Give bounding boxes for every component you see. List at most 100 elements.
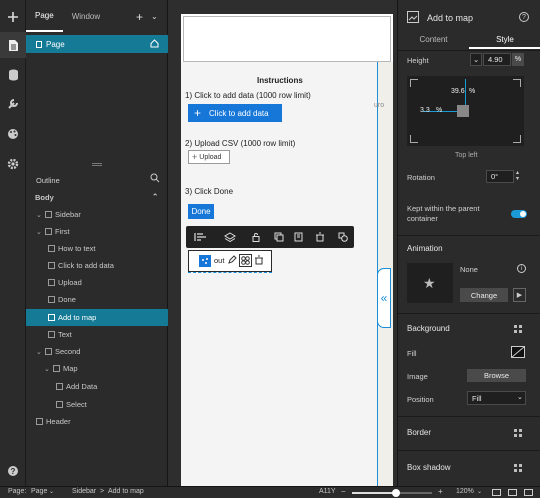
advanced-grid-icon[interactable]: [514, 325, 522, 333]
fill-color-swatch[interactable]: [511, 346, 525, 358]
help-icon[interactable]: ?: [519, 12, 529, 22]
tab-content[interactable]: Content: [398, 35, 469, 49]
corner-tl[interactable]: [410, 79, 418, 87]
corner-br[interactable]: [513, 135, 521, 143]
sidebar-widget[interactable]: [181, 62, 377, 486]
chevron-down-icon[interactable]: ⌄: [151, 12, 158, 21]
tree-how-to-text[interactable]: How to text: [26, 240, 168, 257]
delete-icon[interactable]: [313, 229, 327, 245]
status-page-select[interactable]: Page: [31, 488, 47, 495]
search-icon[interactable]: [150, 173, 160, 185]
page-list-item[interactable]: Page: [26, 35, 168, 53]
change-animation-button[interactable]: Change: [460, 288, 508, 302]
home-icon[interactable]: [150, 39, 159, 50]
position-select[interactable]: Fill ⌄: [467, 391, 526, 405]
top-value[interactable]: 39.6: [451, 88, 465, 95]
tab-page[interactable]: Page: [26, 0, 63, 32]
tree-second[interactable]: ⌄ Second: [26, 343, 168, 360]
tree-header[interactable]: Header: [26, 413, 168, 430]
fit-screen-icon[interactable]: [492, 489, 501, 496]
tree-map[interactable]: ⌄ Map: [26, 360, 168, 377]
map-label: uro: [374, 102, 385, 109]
layers-icon[interactable]: [220, 229, 242, 245]
save-template-icon[interactable]: [292, 229, 306, 245]
tree-text[interactable]: Text: [26, 326, 168, 343]
tab-window[interactable]: Window: [63, 0, 109, 32]
device-preview-icon[interactable]: [508, 489, 517, 496]
tree-first[interactable]: ⌄ First: [26, 223, 168, 240]
breadcrumb-sidebar[interactable]: Sidebar: [72, 488, 96, 495]
animation-preview[interactable]: ★: [407, 263, 453, 303]
left-unit[interactable]: %: [436, 107, 442, 114]
zoom-out-icon[interactable]: −: [341, 487, 346, 496]
button-label: Click to add data: [209, 108, 269, 118]
status-bar: Page: Page ⌄ Sidebar > Add to map A11Y −…: [0, 486, 540, 498]
a11y-button[interactable]: A11Y: [319, 488, 336, 495]
advanced-grid-icon[interactable]: [514, 464, 522, 472]
tree-select[interactable]: Select: [26, 396, 168, 413]
right-panel: Add to map ? Content Style Height ⌄ 4.90…: [397, 0, 540, 486]
zoom-slider[interactable]: [352, 489, 432, 497]
tree-add-to-map[interactable]: Add to map: [26, 309, 168, 326]
breadcrumb-add-to-map[interactable]: Add to map: [108, 488, 144, 495]
lock-icon[interactable]: [249, 229, 263, 245]
collapse-sidebar-button[interactable]: «: [377, 268, 391, 328]
tree-done[interactable]: Done: [26, 291, 168, 308]
collapse-icon[interactable]: ⌃: [152, 192, 158, 201]
corner-bl[interactable]: [410, 135, 418, 143]
play-icon[interactable]: ▶: [513, 288, 526, 302]
page-icon[interactable]: [0, 32, 26, 58]
theme-icon[interactable]: [0, 121, 26, 147]
upload-button[interactable]: + Upload: [188, 150, 230, 164]
tree-body[interactable]: Body ⌃: [26, 189, 168, 206]
zoom-slider-knob[interactable]: [392, 489, 400, 497]
trash-icon[interactable]: [254, 255, 264, 267]
height-unit-button[interactable]: %: [512, 53, 524, 66]
zoom-level[interactable]: 120%: [456, 488, 474, 495]
panel-resize-handle[interactable]: [92, 163, 102, 166]
chevron-down-icon[interactable]: ⌄: [49, 488, 54, 495]
tree-sidebar[interactable]: ⌄ Sidebar: [26, 206, 168, 223]
top-guide: [465, 79, 466, 105]
plus-icon: +: [194, 106, 202, 120]
layout-icon[interactable]: [524, 489, 533, 496]
left-value[interactable]: 3.3: [420, 107, 430, 114]
rotation-stepper[interactable]: ▴ ▾: [516, 170, 519, 182]
add-to-map-icon[interactable]: [199, 255, 211, 267]
gear-icon[interactable]: [0, 151, 26, 177]
top-unit[interactable]: %: [469, 88, 475, 95]
tab-style[interactable]: Style: [469, 35, 540, 49]
wrench-icon[interactable]: [0, 91, 26, 117]
tree-upload[interactable]: Upload: [26, 274, 168, 291]
tree-click-to-add-data[interactable]: Click to add data: [26, 257, 168, 274]
add-to-map-widget[interactable]: out: [188, 250, 272, 272]
info-icon[interactable]: i: [517, 264, 526, 273]
tree-add-data[interactable]: Add Data: [26, 378, 168, 395]
header-block[interactable]: [183, 16, 391, 62]
edit-icon[interactable]: [227, 255, 237, 267]
widget-toolbar: [186, 226, 354, 248]
anchor-square[interactable]: [457, 105, 469, 117]
help-icon[interactable]: ?: [0, 458, 26, 484]
text-icon: [48, 331, 55, 338]
corner-tr[interactable]: [513, 79, 521, 87]
done-button[interactable]: Done: [188, 204, 214, 219]
rotation-input[interactable]: 0°: [486, 170, 514, 183]
add-page-icon[interactable]: +: [136, 10, 143, 24]
add-icon[interactable]: [0, 4, 26, 30]
shapes-icon[interactable]: [336, 229, 350, 245]
duplicate-icon[interactable]: [272, 229, 286, 245]
data-icon[interactable]: [0, 62, 26, 88]
zoom-in-icon[interactable]: +: [438, 487, 443, 496]
chevron-down-icon[interactable]: ⌄: [477, 488, 482, 495]
chevron-icon: ⌄: [36, 348, 42, 356]
click-to-add-data-button[interactable]: + Click to add data: [188, 104, 282, 122]
browse-button[interactable]: Browse: [467, 369, 526, 382]
height-input[interactable]: 4.90: [483, 53, 511, 66]
widget-gallery-icon[interactable]: [239, 254, 252, 267]
height-mode-dropdown[interactable]: ⌄: [470, 53, 482, 66]
keep-within-toggle[interactable]: [511, 210, 527, 218]
widget-icon: [48, 314, 55, 321]
advanced-grid-icon[interactable]: [514, 429, 522, 437]
widget-icon: [48, 296, 55, 303]
